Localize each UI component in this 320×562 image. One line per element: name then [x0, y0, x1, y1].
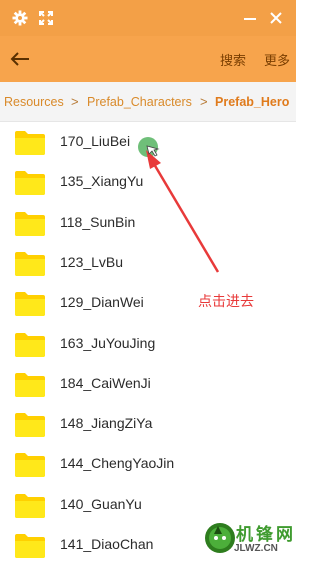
folder-icon: [14, 249, 46, 277]
touch-indicator: [138, 137, 158, 157]
breadcrumb-item-prefab-hero[interactable]: Prefab_Hero: [215, 95, 289, 109]
annotation-text: 点击进去: [198, 293, 254, 309]
folder-icon: [14, 209, 46, 237]
expand-icon[interactable]: [34, 6, 58, 30]
folder-icon: [14, 168, 46, 196]
folder-icon: [14, 370, 46, 398]
gear-icon[interactable]: [8, 6, 32, 30]
folder-icon: [14, 410, 46, 438]
minimize-icon[interactable]: [238, 6, 262, 30]
folder-icon: [14, 450, 46, 478]
folder-item[interactable]: 135_XiangYu: [0, 162, 296, 202]
folder-name: 170_LiuBei: [60, 133, 131, 149]
folder-icon: [14, 330, 46, 358]
breadcrumb-separator: >: [71, 94, 79, 109]
folder-name: 148_JiangZiYa: [60, 415, 153, 432]
folder-name: 135_XiangYu: [60, 173, 144, 190]
breadcrumb-item-resources[interactable]: Resources: [4, 95, 64, 109]
folder-name: 140_GuanYu: [60, 495, 142, 512]
folder-name: 123_LvBu: [60, 253, 124, 270]
folder-icon: [14, 289, 46, 317]
title-bar: [0, 0, 296, 36]
folder-name: 184_CaiWenJi: [60, 374, 151, 391]
folder-item[interactable]: 163_JuYouJing: [0, 324, 296, 364]
folder-item[interactable]: 148_JiangZiYa: [0, 404, 296, 444]
folder-name: 118_SunBin: [60, 213, 136, 230]
folder-item[interactable]: 184_CaiWenJi: [0, 364, 296, 404]
back-arrow-icon: [10, 52, 29, 66]
folder-name: 163_JuYouJing: [60, 334, 156, 351]
watermark-site: JLWZ.CN: [234, 543, 278, 554]
back-button[interactable]: [6, 45, 34, 73]
close-icon[interactable]: [264, 6, 288, 30]
folder-list: 170_LiuBei 135_XiangYu 118_SunBin 123_LvBu 1…: [0, 122, 296, 562]
folder-item[interactable]: 144_ChengYaoJin: [0, 444, 296, 484]
folder-icon: [14, 128, 46, 156]
folder-name: 141_DiaoChan: [60, 536, 154, 552]
folder-item[interactable]: 118_SunBin: [0, 203, 296, 243]
folder-name: 144_ChengYaoJin: [60, 455, 175, 472]
breadcrumb-separator: >: [200, 94, 208, 109]
breadcrumb-item-prefab-characters[interactable]: Prefab_Characters: [87, 95, 192, 109]
breadcrumb: Resources > Prefab_Characters > Prefab_H…: [0, 82, 296, 122]
watermark-brand: 机锋网: [236, 525, 296, 544]
folder-name: 129_DianWei: [60, 294, 144, 311]
folder-icon: [14, 531, 46, 559]
toolbar: 搜索 更多: [0, 36, 296, 82]
more-button[interactable]: 更多: [264, 50, 290, 69]
search-button[interactable]: 搜索: [220, 50, 246, 69]
folder-item[interactable]: 123_LvBu: [0, 243, 296, 283]
folder-icon: [14, 491, 46, 519]
